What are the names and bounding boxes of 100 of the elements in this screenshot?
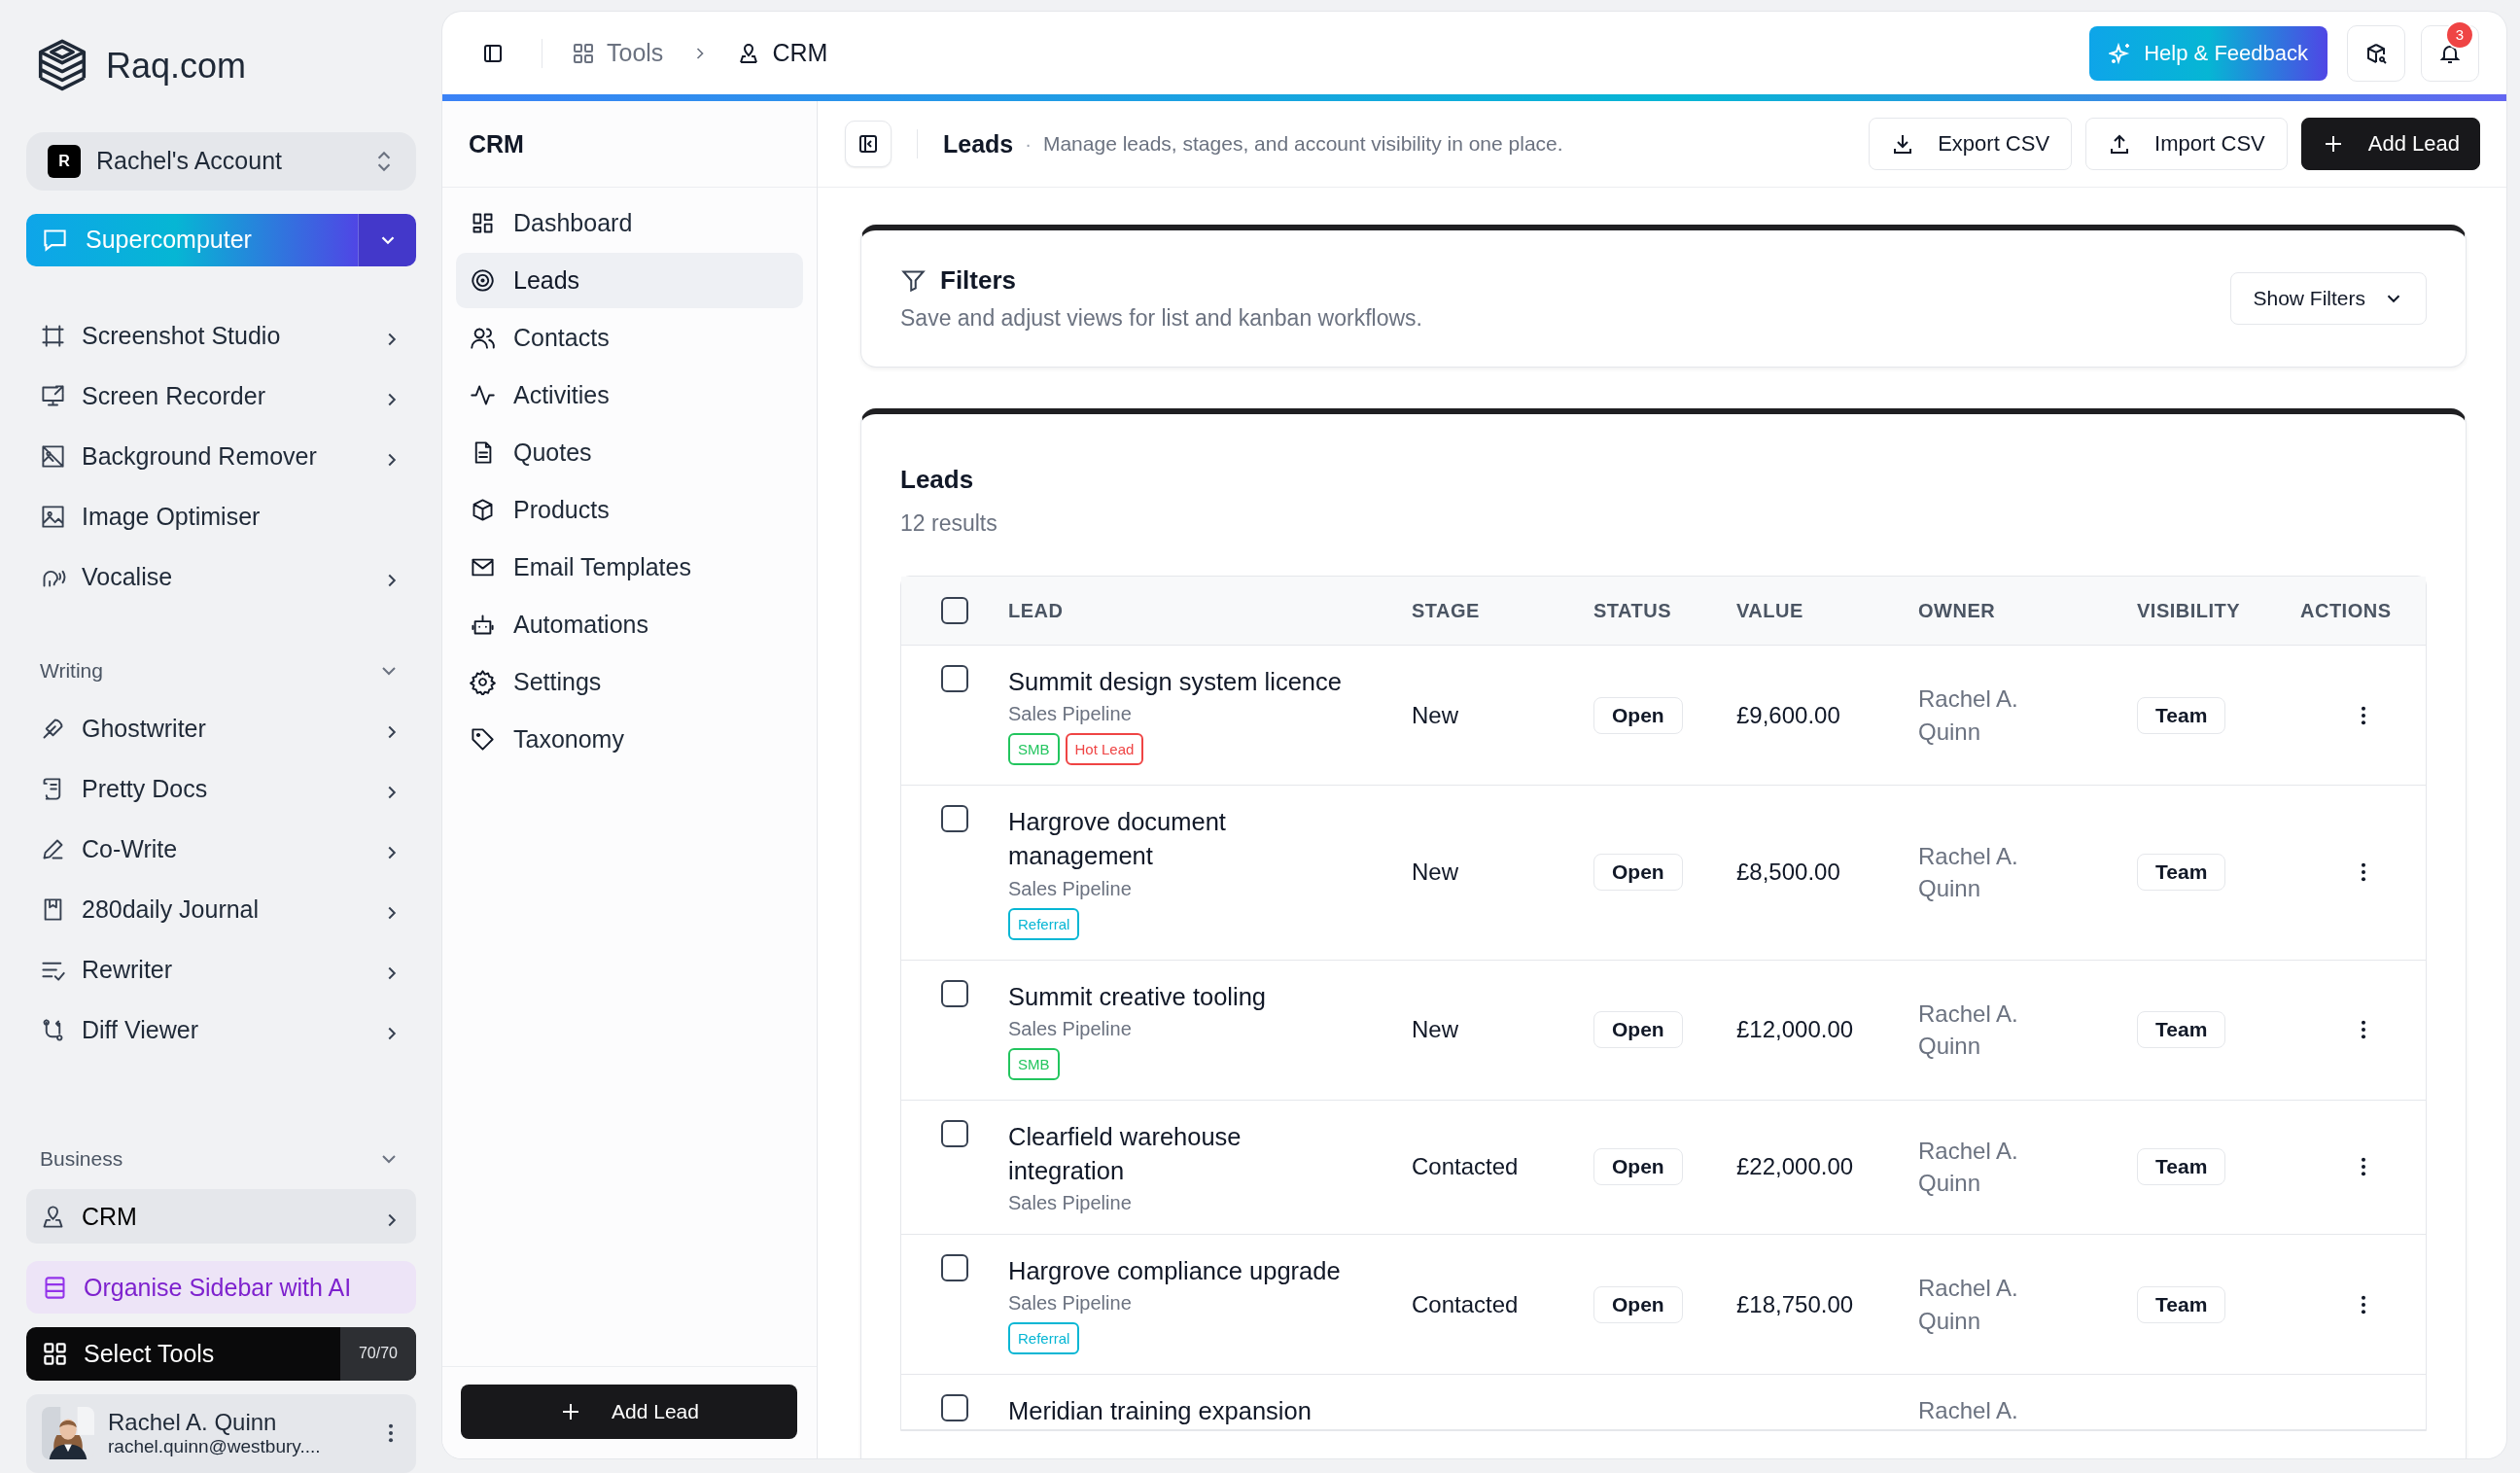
sidebar-item[interactable]: Screenshot Studio: [26, 308, 416, 364]
sidebar-item[interactable]: CRM: [26, 1189, 416, 1245]
hash-icon: [40, 322, 66, 349]
notifications-button[interactable]: 3: [2421, 24, 2479, 82]
more-vertical-icon[interactable]: [2359, 1156, 2367, 1178]
more-vertical-icon[interactable]: [2359, 1293, 2367, 1315]
list-box-icon: [42, 1274, 68, 1301]
lead-name[interactable]: Hargrove compliance upgrade: [1008, 1254, 1341, 1289]
more-vertical-icon[interactable]: [2359, 704, 2367, 726]
column-header: STATUS: [1593, 599, 1672, 622]
column-header: VISIBILITY: [2137, 599, 2241, 622]
sidebar-item[interactable]: Pretty Docs: [26, 761, 416, 817]
separator-dot: ·: [1025, 132, 1032, 156]
status-pill: Open: [1593, 1285, 1683, 1323]
brand-name: Raq.com: [106, 45, 247, 87]
dropdown-button[interactable]: [358, 213, 416, 267]
status-pill: Open: [1593, 1011, 1683, 1049]
account-avatar: R: [48, 144, 81, 178]
more-vertical-icon[interactable]: [387, 1422, 395, 1445]
owner-name: Rachel A.: [1918, 1396, 2018, 1426]
filter-icon: [900, 267, 927, 294]
lead-name[interactable]: Meridian training expansion: [1008, 1394, 1312, 1429]
target-icon: [470, 267, 496, 294]
owner-name: Rachel A. Quinn: [1918, 841, 2019, 904]
add-lead-button[interactable]: Add Lead: [2300, 118, 2480, 170]
value-text: £22,000.00: [1736, 1153, 1854, 1181]
lead-name[interactable]: Clearfield warehouse integration: [1008, 1119, 1353, 1189]
chat-icon: [42, 227, 68, 254]
sidebar-item[interactable]: Screen Recorder: [26, 368, 416, 424]
grid-icon: [572, 41, 595, 65]
row-checkbox[interactable]: [941, 1119, 968, 1147]
tag: Referral: [1008, 907, 1080, 940]
sidebar-item[interactable]: Image Optimiser: [26, 489, 416, 544]
pipeline-name: Sales Pipeline: [1008, 877, 1132, 900]
row-checkbox[interactable]: [941, 1394, 968, 1422]
collapse-panel-button[interactable]: [845, 121, 892, 167]
show-filters-button[interactable]: Show Filters: [2230, 272, 2427, 325]
stage-text: New: [1412, 859, 1458, 887]
gear-icon: [470, 669, 496, 695]
image-crossed-icon: [40, 442, 66, 470]
notification-badge: 3: [2445, 19, 2474, 50]
row-checkbox[interactable]: [941, 805, 968, 833]
breadcrumb-link[interactable]: Tools: [572, 39, 664, 67]
nav-item[interactable]: Taxonomy: [456, 712, 803, 767]
export-button[interactable]: Export CSV: [1869, 118, 2073, 170]
lead-name[interactable]: Summit design system licence: [1008, 665, 1342, 700]
account-switcher[interactable]: R Rachel's Account: [26, 131, 416, 191]
sidebar-item[interactable]: Diff Viewer: [26, 1002, 416, 1058]
user-email: rachel.quinn@westbury....: [108, 1436, 322, 1458]
row-checkbox[interactable]: [941, 979, 968, 1007]
more-vertical-icon[interactable]: [2359, 1019, 2367, 1041]
tool-count: 70/70: [340, 1327, 416, 1381]
nav-item[interactable]: Dashboard: [456, 195, 803, 251]
row-checkbox[interactable]: [941, 665, 968, 692]
sidebar-item[interactable]: Background Remover: [26, 429, 416, 484]
select-all-checkbox[interactable]: [941, 597, 968, 624]
column-header: LEAD: [1008, 599, 1064, 622]
box-search-icon: [2364, 41, 2388, 65]
pipeline-name: Sales Pipeline: [1008, 1192, 1132, 1215]
nav-item[interactable]: Automations: [456, 597, 803, 652]
lead-name[interactable]: Hargrove document management: [1008, 805, 1353, 874]
stage-text: New: [1412, 701, 1458, 729]
organise-sidebar-button[interactable]: Organise Sidebar with AI: [26, 1261, 416, 1315]
sidebar-item[interactable]: 280daily Journal: [26, 882, 416, 937]
sidebar-item[interactable]: Co-Write: [26, 822, 416, 877]
status-pill: Open: [1593, 1148, 1683, 1186]
column-header: VALUE: [1736, 599, 1803, 622]
image-icon: [40, 503, 66, 530]
import-button[interactable]: Import CSV: [2085, 118, 2288, 170]
section-heading: Writing: [40, 659, 103, 684]
row-checkbox[interactable]: [941, 1254, 968, 1282]
visibility-pill: Team: [2137, 696, 2226, 734]
grid-icon: [42, 1340, 68, 1367]
nav-item[interactable]: Contacts: [456, 310, 803, 366]
package-search-button[interactable]: [2347, 24, 2405, 82]
nav-item[interactable]: Leads: [456, 253, 803, 308]
tag: SMB: [1008, 1047, 1060, 1080]
nav-item[interactable]: Settings: [456, 654, 803, 710]
tag-icon: [470, 726, 496, 753]
nav-item[interactable]: Email Templates: [456, 540, 803, 595]
nav-item[interactable]: Quotes: [456, 425, 803, 480]
value-text: £12,000.00: [1736, 1016, 1854, 1044]
owner-name: Rachel A. Quinn: [1918, 684, 2019, 747]
lead-name[interactable]: Summit creative tooling: [1008, 979, 1267, 1014]
stage-text: Contacted: [1412, 1153, 1519, 1181]
sidebar-item[interactable]: Vocalise: [26, 549, 416, 605]
nav-item[interactable]: Products: [456, 482, 803, 538]
add-lead-button[interactable]: Add Lead: [461, 1385, 797, 1439]
visibility-pill: Team: [2137, 1148, 2226, 1186]
nav-item[interactable]: Activities: [456, 368, 803, 423]
section-title: CRM: [442, 101, 817, 188]
more-vertical-icon[interactable]: [2359, 861, 2367, 884]
tag: SMB: [1008, 733, 1060, 766]
breadcrumb-link[interactable]: CRM: [737, 39, 828, 67]
sidebar-item[interactable]: Ghostwriter: [26, 701, 416, 756]
sidebar-item[interactable]: Rewriter: [26, 942, 416, 998]
status-pill: Open: [1593, 854, 1683, 892]
column-header: STAGE: [1412, 599, 1480, 622]
select-tools-button[interactable]: Select Tools 70/70: [26, 1327, 416, 1381]
owner-name: Rachel A. Quinn: [1918, 999, 2019, 1062]
